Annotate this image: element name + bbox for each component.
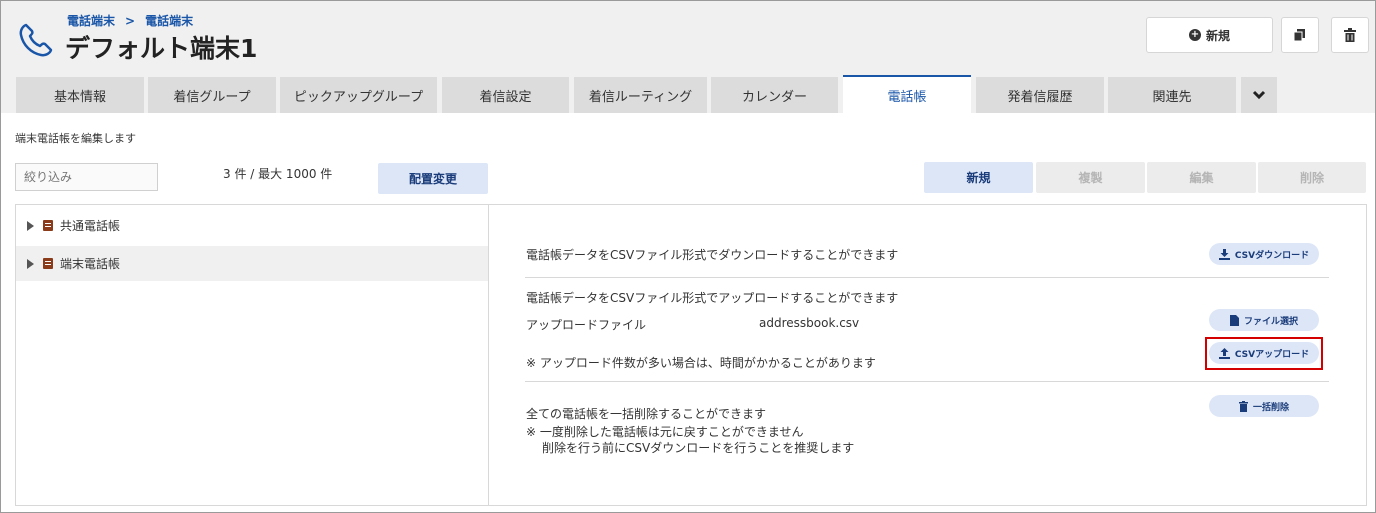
tab-call-history[interactable]: 発着信履歴 (976, 77, 1104, 113)
tab-label: 着信設定 (479, 89, 532, 105)
book-icon (43, 220, 53, 231)
expand-triangle-icon[interactable] (27, 220, 34, 231)
delete-button[interactable]: 削除 (1258, 162, 1366, 193)
breadcrumb-link-1[interactable]: 電話端末 (67, 14, 115, 28)
page-title: デフォルト端末1 (65, 34, 258, 63)
file-icon (1229, 314, 1239, 326)
bulk-delete-label: 一括削除 (1252, 402, 1289, 413)
filter-input[interactable] (15, 163, 158, 191)
bulk-delete-note-1: ※ 一度削除した電話帳は元に戻すことができません (526, 425, 804, 439)
header-new-button[interactable]: + 新規 (1146, 17, 1273, 53)
new-button[interactable]: 新規 (924, 162, 1033, 193)
copy-icon (1293, 29, 1305, 42)
record-count: 3 件 / 最大 1000 件 (223, 167, 333, 181)
header-delete-button[interactable] (1331, 17, 1369, 53)
upload-description: 電話帳データをCSVファイル形式でアップロードすることができます (526, 291, 899, 305)
tab-label: 発着信履歴 (1007, 89, 1073, 105)
reorder-button[interactable]: 配置変更 (378, 163, 488, 194)
bulk-delete-description: 全ての電話帳を一括削除することができます (526, 407, 767, 421)
breadcrumb-separator: > (125, 14, 136, 28)
edit-button[interactable]: 編集 (1147, 162, 1256, 193)
select-file-label: ファイル選択 (1243, 316, 1298, 327)
tree-item-label: 共通電話帳 (60, 219, 121, 233)
tree-item-label: 端末電話帳 (60, 257, 121, 271)
tree-item-common-phonebook[interactable]: 共通電話帳 (16, 208, 488, 243)
download-icon (1218, 248, 1230, 260)
tab-pickup-group[interactable]: ピックアップグループ (280, 77, 437, 113)
expand-triangle-icon[interactable] (27, 258, 34, 269)
tab-incoming-routing[interactable]: 着信ルーティング (574, 77, 707, 113)
highlight-box (1205, 337, 1323, 370)
page-description: 端末電話帳を編集します (15, 132, 136, 145)
tab-label: 着信ルーティング (588, 89, 693, 105)
select-file-button[interactable]: ファイル選択 (1209, 309, 1319, 331)
upload-file-name: addressbook.csv (759, 316, 860, 330)
tab-label: カレンダー (741, 89, 807, 105)
bulk-delete-note-2: 削除を行う前にCSVダウンロードを行うことを推奨します (542, 441, 855, 455)
plus-circle-icon: + (1188, 29, 1201, 41)
bulk-delete-button[interactable]: 一括削除 (1209, 395, 1319, 417)
tree-item-device-phonebook[interactable]: 端末電話帳 (16, 246, 488, 281)
divider (525, 381, 1329, 382)
trash-icon (1344, 28, 1356, 42)
tab-label: 電話帳 (887, 89, 927, 105)
upload-note: ※ アップロード件数が多い場合は、時間がかかることがあります (526, 356, 876, 370)
divider (525, 277, 1329, 278)
copy-button[interactable]: 複製 (1036, 162, 1145, 193)
header-new-label: 新規 (1205, 28, 1230, 43)
phonebook-tree: 共通電話帳 端末電話帳 (15, 204, 489, 506)
header-copy-button[interactable] (1281, 17, 1319, 53)
tab-calendar[interactable]: カレンダー (711, 77, 838, 113)
tab-basic-info[interactable]: 基本情報 (16, 77, 144, 113)
tab-label: 関連先 (1152, 89, 1192, 105)
tab-more-button[interactable] (1241, 77, 1277, 113)
breadcrumb-link-2[interactable]: 電話端末 (145, 14, 193, 28)
chevron-down-icon (1252, 90, 1266, 100)
csv-download-button[interactable]: CSVダウンロード (1209, 243, 1319, 265)
tab-incoming-settings[interactable]: 着信設定 (442, 77, 569, 113)
tab-incoming-group[interactable]: 着信グループ (148, 77, 276, 113)
breadcrumb: 電話端末 > 電話端末 (67, 12, 193, 29)
tab-label: 着信グループ (173, 89, 251, 105)
book-icon (43, 258, 53, 269)
upload-file-label: アップロードファイル (526, 318, 647, 332)
tab-label: 基本情報 (53, 89, 106, 105)
csv-download-label: CSVダウンロード (1234, 250, 1310, 261)
phone-icon (19, 23, 53, 57)
tab-related[interactable]: 関連先 (1108, 77, 1236, 113)
download-description: 電話帳データをCSVファイル形式でダウンロードすることができます (526, 248, 899, 262)
tab-phonebook[interactable]: 電話帳 (843, 75, 971, 113)
tab-label: ピックアップグループ (293, 89, 424, 105)
trash-icon (1238, 400, 1248, 412)
